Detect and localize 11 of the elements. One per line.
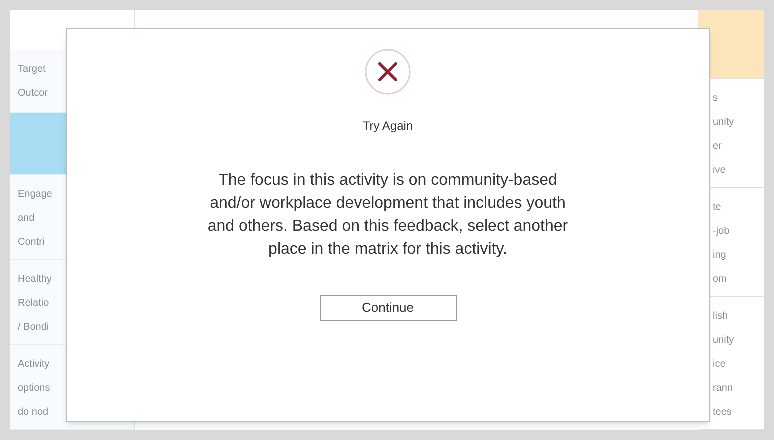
- row-label: Engage and Contri: [18, 189, 52, 248]
- cell-text: lish unity ice rann tees: [713, 311, 734, 418]
- row-label: Activity options do nod: [18, 359, 50, 418]
- status-title: Try Again: [362, 118, 414, 135]
- row-label: Healthy Relatio / Bondi: [18, 274, 52, 333]
- feedback-message: The focus in this activity is on community-based and/or workplace development that includes youth and others. Based on this feedback, select another place in the matrix for this activity.: [206, 171, 570, 260]
- close-icon: [365, 49, 411, 95]
- cell-text: s unity er ive: [713, 93, 734, 176]
- cell-text: te -job ing om: [713, 202, 730, 285]
- continue-button[interactable]: Continue: [320, 295, 456, 321]
- row-label: Target Outcor: [18, 64, 48, 99]
